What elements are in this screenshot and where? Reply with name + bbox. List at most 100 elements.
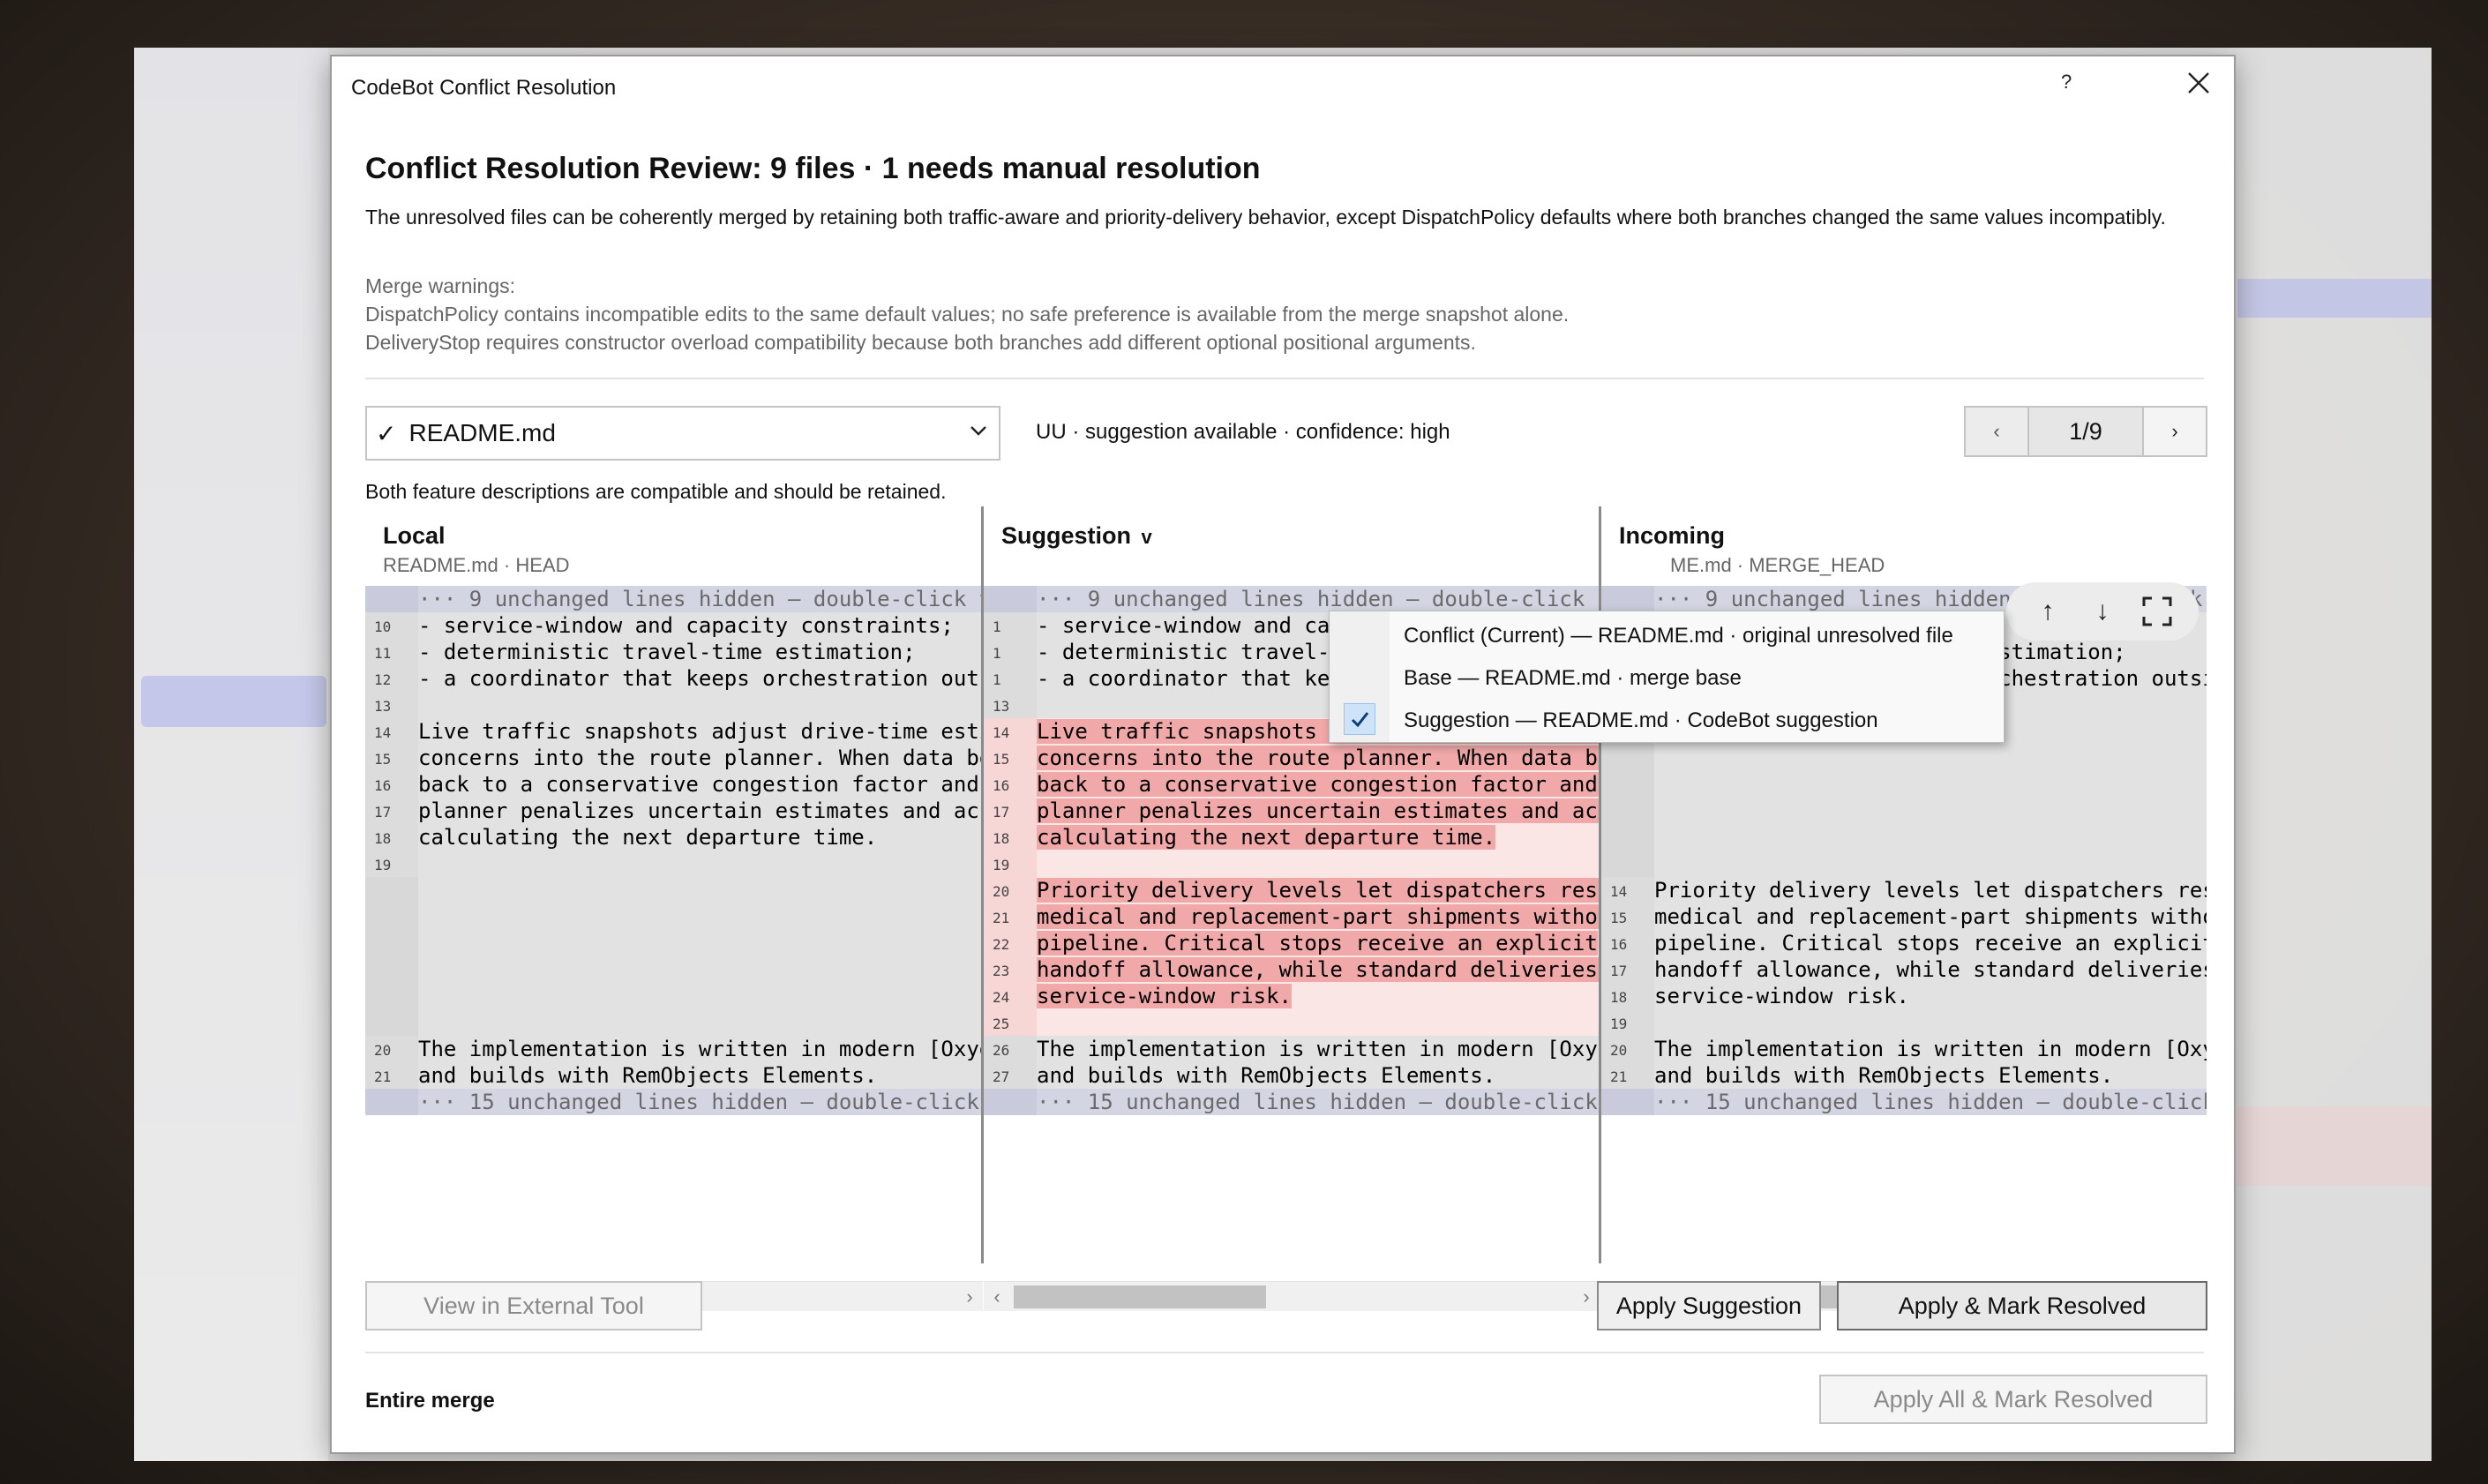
line-number: 15 (1601, 903, 1654, 930)
code-line: 13 (365, 692, 983, 718)
code-text: The implementation is written in modern … (1654, 1037, 2207, 1061)
code-line: 16 pipeline. Critical stops receive an ex… (1601, 930, 2207, 956)
file-note: Both feature descriptions are compatible… (365, 480, 947, 503)
menu-item-conflict[interactable]: Conflict (Current) — README.md · origina… (1404, 624, 1953, 648)
line-number: 20 (1601, 1036, 1654, 1062)
menu-item-base[interactable]: Base — README.md · merge base (1404, 666, 1742, 691)
empty-alignment-block (365, 877, 983, 1036)
summary-description: The unresolved files can be coherently m… (365, 206, 2166, 229)
code-line: 15 concerns into the route planner. When … (365, 745, 983, 771)
scroll-right-icon[interactable]: › (1573, 1282, 1600, 1312)
line-number: 13 (365, 692, 418, 718)
line-number: 1 (984, 639, 1037, 665)
chevron-down-icon: v (1141, 526, 1152, 548)
line-number: 11 (365, 639, 418, 665)
line-number: 18 (984, 824, 1037, 851)
code-text: medical and replacement-part shipments w… (1654, 904, 2207, 929)
line-number: 19 (984, 851, 1037, 877)
menu-item-suggestion[interactable]: Suggestion — README.md · CodeBot suggest… (1404, 708, 1878, 733)
code-line: 11- deterministic travel-time estimation… (365, 639, 983, 665)
line-number: 21 (1601, 1062, 1654, 1089)
code-text: concerns into the route planner. When da… (1037, 745, 1600, 771)
code-line: 18 calculating the next departure time. (365, 824, 983, 851)
code-line: 19 (365, 851, 983, 877)
code-line: 12- a coordinator that keeps orchestrati… (365, 665, 983, 692)
code-text: ··· 15 unchanged lines hidden — double-c… (1654, 1090, 2207, 1114)
code-line: 26 The implementation is written in moder… (984, 1036, 1600, 1062)
code-line: 17 planner penalizes uncertain estimates … (984, 798, 1600, 824)
background-highlight (2237, 279, 2432, 318)
code-text: ··· 15 unchanged lines hidden — double-c… (418, 1090, 979, 1114)
code-text: pipeline. Critical stops receive an expl… (1037, 931, 1598, 956)
code-text: calculating the next departure time. (418, 825, 878, 850)
code-line: 23 handoff allowance, while standard deli… (984, 956, 1600, 983)
collapsed-lines-row[interactable]: ··· 9 unchanged lines hidden — double-cl… (984, 586, 1600, 612)
code-text: handoff allowance, while standard delive… (1654, 957, 2207, 982)
file-pager: ‹ 1/9 › (1964, 406, 2207, 457)
apply-all-mark-resolved-button[interactable]: Apply All & Mark Resolved (1819, 1375, 2207, 1424)
line-number: 21 (365, 1062, 418, 1089)
code-line: 14 Priority delivery levels let dispatche… (1601, 877, 2207, 903)
window-title: CodeBot Conflict Resolution (351, 76, 617, 100)
entire-merge-label: Entire merge (365, 1389, 495, 1413)
code-line: 20 The implementation is written in moder… (365, 1036, 983, 1062)
close-button[interactable] (2179, 64, 2218, 102)
code-text: handoff allowance, while standard delive… (1037, 956, 1600, 983)
view-external-tool-button[interactable]: View in External Tool (365, 1281, 702, 1330)
divider (365, 1352, 2204, 1353)
background-sidebar (134, 48, 328, 1461)
line-number: 20 (365, 1036, 418, 1062)
collapsed-lines-row[interactable]: ··· 15 unchanged lines hidden — double-c… (1601, 1089, 2207, 1115)
line-number: 17 (1601, 956, 1654, 983)
next-file-button[interactable]: › (2144, 408, 2206, 455)
code-text: planner penalizes uncertain estimates an… (1037, 798, 1600, 824)
collapsed-lines-row[interactable]: ··· 15 unchanged lines hidden — double-c… (365, 1089, 983, 1115)
code-text: The implementation is written in modern … (418, 1037, 983, 1061)
local-code-view[interactable]: ··· 9 unchanged lines hidden — double-cl… (365, 586, 983, 1150)
diff-navigation-toolbar: ↑ ↓ (2006, 582, 2199, 641)
line-number: 1 (984, 665, 1037, 692)
line-number: 15 (984, 745, 1037, 771)
next-change-icon[interactable]: ↓ (2083, 592, 2122, 631)
line-number: 18 (365, 824, 418, 851)
previous-change-icon[interactable]: ↑ (2028, 592, 2067, 631)
incoming-pane-title: Incoming (1619, 522, 1725, 549)
line-number (1601, 586, 1654, 612)
code-text: and builds with RemObjects Elements. (418, 1063, 878, 1088)
suggestion-horizontal-scrollbar[interactable]: ‹ › (984, 1281, 1600, 1311)
background-selection (141, 676, 326, 727)
scroll-right-icon[interactable]: › (956, 1282, 983, 1312)
code-line: 18 calculating the next departure time. (984, 824, 1600, 851)
code-text: - deterministic travel-time estimation; (418, 640, 916, 664)
warning-item: DeliveryStop requires constructor overlo… (365, 331, 1476, 354)
line-number: 22 (984, 930, 1037, 956)
code-text: back to a conservative congestion factor… (418, 772, 983, 797)
fullscreen-icon[interactable] (2138, 592, 2177, 631)
help-button[interactable]: ? (2061, 71, 2072, 94)
code-text: - service-window and capacity constraint… (418, 613, 954, 638)
scroll-thumb[interactable] (1014, 1285, 1266, 1308)
line-number (984, 1089, 1037, 1115)
divider (365, 378, 2204, 379)
code-line: 15 concerns into the route planner. When … (984, 745, 1600, 771)
code-line: 15 medical and replacement-part shipments… (1601, 903, 2207, 930)
selected-file-name: README.md (408, 419, 556, 446)
line-number: 21 (984, 903, 1037, 930)
code-text: ··· 9 unchanged lines hidden — double-cl… (1037, 587, 1600, 611)
code-text: ··· 15 unchanged lines hidden — double-c… (1037, 1090, 1598, 1114)
code-line: 20 Priority delivery levels let dispatche… (984, 877, 1600, 903)
collapsed-lines-row[interactable]: ··· 9 unchanged lines hidden — double-cl… (365, 586, 983, 612)
chevron-down-icon (970, 426, 986, 436)
code-line: 22 pipeline. Critical stops receive an ex… (984, 930, 1600, 956)
code-text: Live traffic snapshots adjust drive-time… (418, 719, 983, 744)
apply-mark-resolved-button[interactable]: Apply & Mark Resolved (1837, 1281, 2207, 1330)
line-number: 23 (984, 956, 1037, 983)
apply-suggestion-button[interactable]: Apply Suggestion (1597, 1281, 1821, 1330)
code-line: 17 handoff allowance, while standard deli… (1601, 956, 2207, 983)
suggestion-pane-title[interactable]: Suggestion v (1001, 522, 1152, 550)
line-number (984, 586, 1037, 612)
file-dropdown[interactable]: ✓ README.md (365, 406, 1000, 461)
scroll-left-icon[interactable]: ‹ (984, 1282, 1010, 1312)
collapsed-lines-row[interactable]: ··· 15 unchanged lines hidden — double-c… (984, 1089, 1600, 1115)
previous-file-button[interactable]: ‹ (1966, 408, 2027, 455)
